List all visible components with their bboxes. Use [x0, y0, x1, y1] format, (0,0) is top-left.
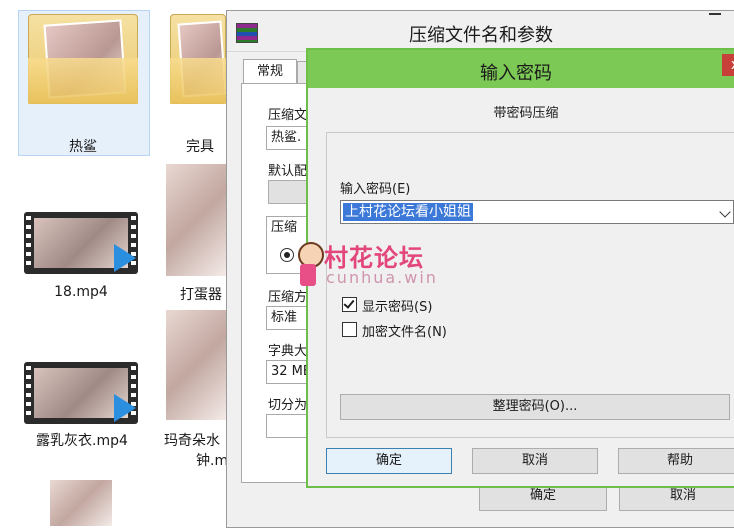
file-label: 完具: [186, 139, 214, 155]
file-item[interactable]: 完具: [186, 132, 226, 156]
dialog-title: 压缩文件名和参数: [409, 25, 553, 46]
ok-button[interactable]: 确定: [326, 448, 452, 474]
folder-icon[interactable]: [28, 14, 138, 104]
dialog-title: 输入密码: [480, 63, 552, 84]
play-icon: [114, 244, 136, 272]
file-label: 钟.m: [196, 453, 229, 469]
password-input[interactable]: 上村花论坛看小姐姐: [340, 200, 734, 224]
enter-password-label: 输入密码(E): [340, 182, 411, 197]
default-config-label: 默认配: [268, 164, 308, 179]
chevron-down-icon[interactable]: [719, 206, 731, 218]
file-label: 露乳灰衣.mp4: [36, 433, 128, 449]
video-thumbnail[interactable]: [50, 480, 112, 526]
video-thumbnail[interactable]: [24, 212, 138, 274]
video-thumbnail[interactable]: [166, 164, 226, 276]
file-item[interactable]: 钟.m: [196, 446, 229, 470]
archive-format-label: 压缩: [271, 220, 298, 235]
cancel-button[interactable]: 取消: [472, 448, 598, 474]
dialog-subtitle: 带密码压缩: [493, 106, 559, 121]
dialog-titlebar: 输入密码 x: [308, 50, 734, 88]
help-button[interactable]: 帮助: [618, 448, 734, 474]
folder-icon[interactable]: [170, 14, 227, 104]
file-item[interactable]: 18.mp4: [24, 280, 138, 300]
password-value: 上村花论坛看小姐姐: [343, 203, 473, 221]
organize-passwords-button[interactable]: 整理密码(O)...: [340, 394, 730, 420]
file-label: 热鲨: [69, 139, 97, 155]
format-radio[interactable]: [280, 248, 294, 262]
watermark-domain: cunhua.win: [326, 268, 438, 287]
video-thumbnail[interactable]: [166, 310, 226, 420]
watermark-logo: 村花论坛 cunhua.win: [296, 238, 456, 294]
tab-general[interactable]: 常规: [243, 59, 297, 84]
encrypt-file-names-checkbox[interactable]: [342, 322, 357, 337]
archive-name-label: 压缩文: [268, 108, 308, 123]
encrypt-file-names-label[interactable]: 加密文件名(N): [362, 321, 447, 340]
file-item[interactable]: 打蛋器: [180, 280, 226, 304]
show-password-checkbox[interactable]: [342, 297, 357, 312]
play-icon: [114, 394, 136, 422]
file-label: 打蛋器: [180, 287, 222, 303]
minimize-icon[interactable]: [709, 13, 721, 15]
file-label: 18.mp4: [54, 284, 108, 300]
file-item[interactable]: 热鲨: [28, 132, 138, 156]
video-thumbnail[interactable]: [24, 362, 138, 424]
file-item[interactable]: 露乳灰衣.mp4: [20, 426, 144, 450]
dictionary-size-label: 字典大: [268, 344, 308, 359]
show-password-label[interactable]: 显示密码(S): [362, 296, 432, 315]
dialog-titlebar: 压缩文件名和参数: [227, 11, 734, 52]
close-button[interactable]: x: [722, 54, 734, 76]
split-volumes-label: 切分为: [268, 398, 308, 413]
